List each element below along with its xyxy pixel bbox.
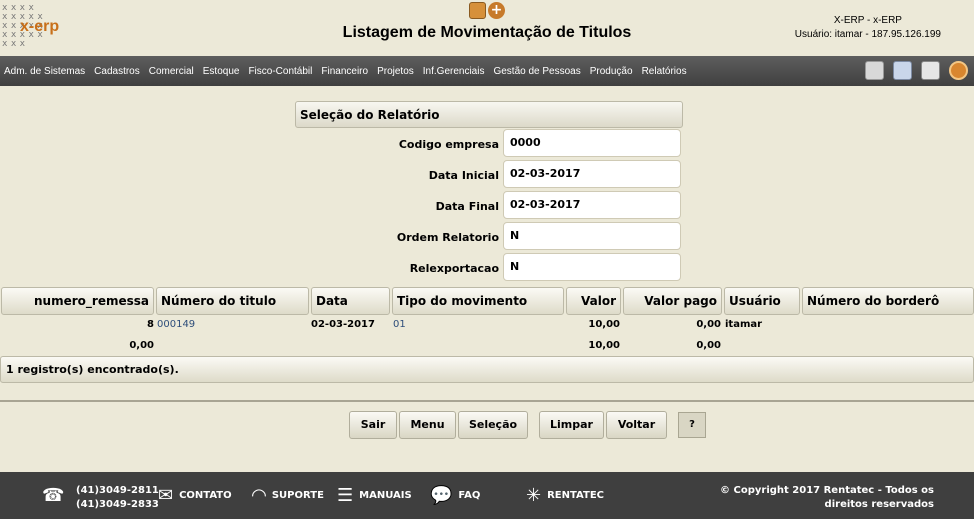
column-header-valor[interactable]: Valor: [566, 287, 621, 315]
menu-item-gestao-pessoas[interactable]: Gestão de Pessoas: [493, 66, 580, 77]
headset-icon: ◠: [252, 485, 266, 506]
home-icon[interactable]: [865, 61, 884, 80]
phone-number-2: (41)3049-2833: [76, 499, 159, 510]
cell-valor-pago: 0,00: [696, 319, 721, 330]
books-icon: ☰: [337, 485, 354, 506]
total-valor-pago: 0,00: [696, 340, 721, 351]
total-numero-remessa: 0,00: [129, 340, 154, 351]
phone-numbers: (41)3049-2811 (41)3049-2833: [76, 484, 159, 512]
user-name: Usuário: itamar - 187.95.126.199: [794, 29, 941, 40]
phone-icon: ☎: [42, 485, 65, 506]
codigo-empresa-field[interactable]: 0000: [503, 129, 681, 157]
selecao-button[interactable]: Seleção: [458, 411, 528, 439]
menu-item-fisco-contabil[interactable]: Fisco-Contábil: [248, 66, 312, 77]
menu-item-adm-sistemas[interactable]: Adm. de Sistemas: [4, 66, 85, 77]
footer-link-faq[interactable]: 💬 FAQ: [430, 472, 480, 519]
menu-item-estoque[interactable]: Estoque: [203, 66, 240, 77]
footer-link-contato[interactable]: ✉ CONTATO: [158, 472, 232, 519]
form-row-codigo-empresa: Codigo empresa 0000: [295, 128, 683, 159]
column-header-numero-remessa[interactable]: numero_remessa: [1, 287, 154, 315]
cell-bordero: [804, 315, 972, 335]
cell-tipo-movimento-link[interactable]: 01: [393, 315, 563, 335]
page-header: x x x xx x x x xx x x x xx x x x xx x x …: [0, 0, 974, 56]
form-row-data-final: Data Final 02-03-2017: [295, 190, 683, 221]
column-header-tipo-movimento[interactable]: Tipo do movimento: [392, 287, 564, 315]
footer-link-suporte[interactable]: ◠ SUPORTE: [252, 472, 324, 519]
data-final-field[interactable]: 02-03-2017: [503, 191, 681, 219]
field-label: Ordem Relatorio: [396, 231, 499, 244]
document-icon[interactable]: [469, 2, 486, 19]
network-icon: ✳: [526, 485, 542, 506]
cell-data: 02-03-2017: [311, 319, 375, 330]
record-count-bar: 1 registro(s) encontrado(s).: [0, 356, 974, 383]
page-icon[interactable]: [893, 61, 912, 80]
page-footer: ☎ (41)3049-2811 (41)3049-2833 ✉ CONTATO …: [0, 472, 974, 519]
menu-item-cadastros[interactable]: Cadastros: [94, 66, 140, 77]
relexportacao-field[interactable]: N: [503, 253, 681, 281]
footer-suporte-label: SUPORTE: [271, 490, 324, 501]
user-info: X-ERP - x-ERP Usuário: itamar - 187.95.1…: [795, 14, 941, 42]
copyright-text: © Copyright 2017 Rentatec - Todos os dir…: [720, 485, 934, 510]
help-button[interactable]: ?: [678, 412, 706, 438]
cell-valor: 10,00: [588, 319, 620, 330]
column-header-bordero[interactable]: Número do borderô: [802, 287, 974, 315]
field-label: Data Final: [435, 200, 499, 213]
field-label: Data Inicial: [428, 169, 499, 182]
footer-link-rentatec[interactable]: ✳ RENTATEC: [526, 472, 604, 519]
table-row: 8 000149 02-03-2017 01 10,00 0,00 itamar: [0, 315, 974, 335]
section-header: Seleção do Relatório: [295, 101, 683, 128]
menu-item-financeiro[interactable]: Financeiro: [321, 66, 368, 77]
menu-button[interactable]: Menu: [399, 411, 456, 439]
sair-button[interactable]: Sair: [349, 411, 397, 439]
top-icon-group: +: [469, 2, 505, 19]
data-inicial-field[interactable]: 02-03-2017: [503, 160, 681, 188]
footer-rentatec-label: RENTATEC: [547, 490, 604, 501]
cell-numero-titulo-link[interactable]: 000149: [157, 315, 307, 335]
footer-contato-label: CONTATO: [179, 490, 232, 501]
footer-faq-label: FAQ: [458, 490, 481, 501]
footer-link-manuais[interactable]: ☰ MANUAIS: [337, 472, 412, 519]
form-row-relexportacao: Relexportacao N: [295, 252, 683, 283]
form-row-data-inicial: Data Inicial 02-03-2017: [295, 159, 683, 190]
print-icon[interactable]: [921, 61, 940, 80]
form-row-ordem-relatorio: Ordem Relatorio N: [295, 221, 683, 252]
voltar-button[interactable]: Voltar: [606, 411, 667, 439]
mail-icon: ✉: [158, 485, 174, 506]
cell-numero-remessa: 8: [147, 319, 154, 330]
column-header-numero-titulo[interactable]: Número do titulo: [156, 287, 309, 315]
report-selection-form: Seleção do Relatório Codigo empresa 0000…: [295, 101, 683, 283]
exit-icon[interactable]: [949, 61, 968, 80]
table-totals-row: 0,00 10,00 0,00: [0, 336, 974, 356]
phone-block: ☎: [42, 472, 70, 519]
menu-item-projetos[interactable]: Projetos: [377, 66, 414, 77]
faq-icon: 💬: [430, 485, 453, 506]
menu-item-relatorios[interactable]: Relatórios: [642, 66, 687, 77]
main-menu: Adm. de Sistemas Cadastros Comercial Est…: [4, 66, 687, 77]
footer-manuais-label: MANUAIS: [359, 490, 412, 501]
cell-usuario: itamar: [725, 319, 763, 330]
menu-item-producao[interactable]: Produção: [590, 66, 633, 77]
ordem-relatorio-field[interactable]: N: [503, 222, 681, 250]
toolbar-icons: [865, 61, 968, 80]
limpar-button[interactable]: Limpar: [539, 411, 604, 439]
column-header-data[interactable]: Data: [311, 287, 390, 315]
field-label: Relexportacao: [409, 262, 499, 275]
column-header-valor-pago[interactable]: Valor pago: [623, 287, 722, 315]
field-label: Codigo empresa: [398, 138, 499, 151]
divider: [0, 400, 974, 402]
menu-item-inf-gerenciais[interactable]: Inf.Gerenciais: [423, 66, 485, 77]
menu-item-comercial[interactable]: Comercial: [149, 66, 194, 77]
menu-bar: Adm. de Sistemas Cadastros Comercial Est…: [0, 56, 974, 86]
table-header: numero_remessa Número do titulo Data Tip…: [0, 287, 974, 315]
plus-icon[interactable]: +: [488, 2, 505, 19]
phone-number-1: (41)3049-2811: [76, 485, 159, 496]
column-header-usuario[interactable]: Usuário: [724, 287, 800, 315]
system-name: X-ERP - x-ERP: [833, 15, 902, 26]
total-valor: 10,00: [588, 340, 620, 351]
